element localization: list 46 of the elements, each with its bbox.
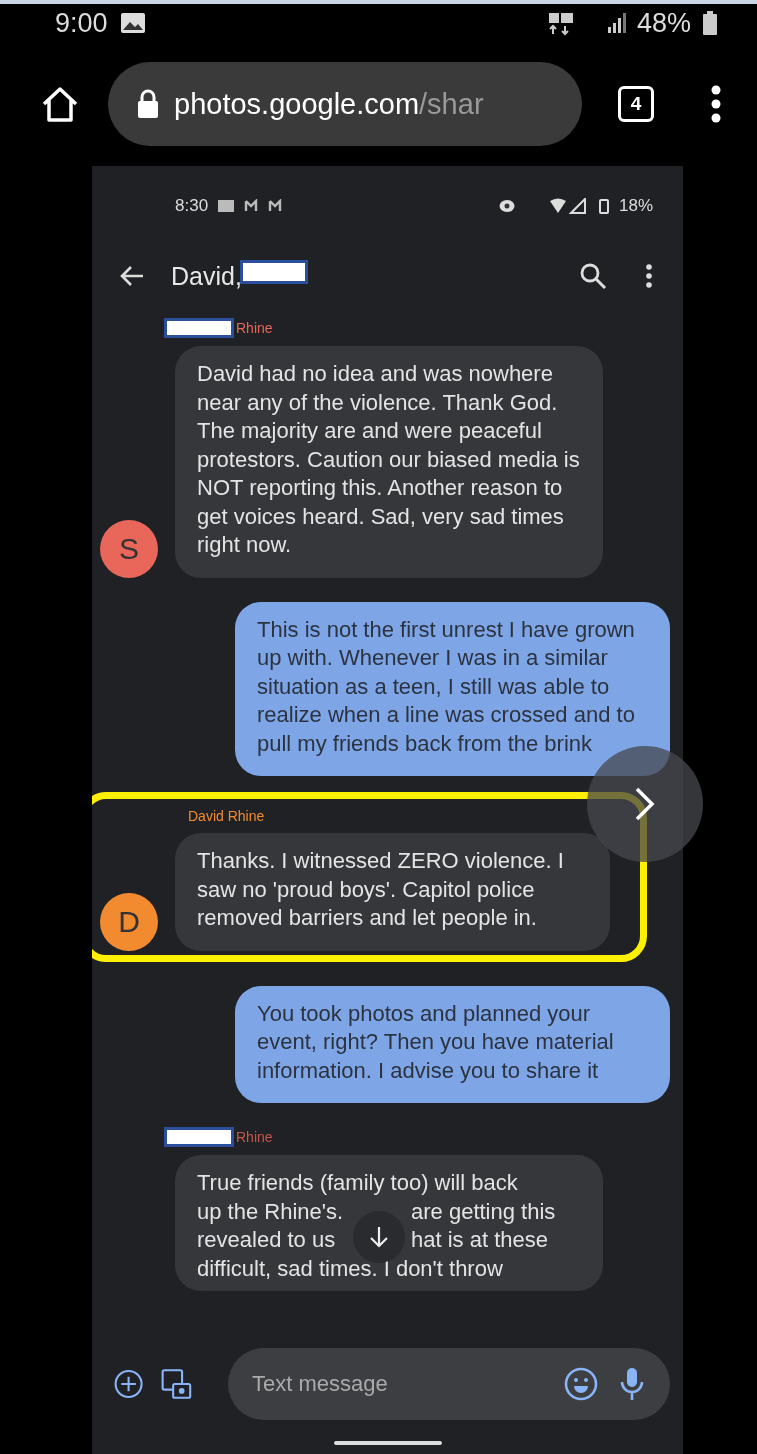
clock: 9:00 [55, 7, 108, 39]
conversation-title: David, [171, 261, 242, 291]
home-icon[interactable] [40, 84, 80, 124]
message-text: are getting this [411, 1197, 556, 1226]
battery-percentage: 18% [618, 196, 653, 216]
app-notification-icon [218, 199, 235, 213]
chevron-right-icon [633, 786, 657, 822]
message-text: True friends (family too) will back [197, 1169, 518, 1197]
message-bubble: Thanks. I witnessed ZERO violence. I saw no 'proud boys'. Capitol police removed barriers and let people in. [175, 833, 610, 951]
more-options-icon[interactable] [645, 263, 653, 289]
emoji-icon[interactable] [564, 1367, 598, 1401]
clock: 8:30 [175, 196, 209, 216]
avatar: D [100, 892, 158, 951]
battery-percentage: 48% [636, 7, 691, 39]
search-icon[interactable] [579, 262, 607, 290]
battery-icon [598, 198, 609, 214]
sender-name: Rhine [236, 320, 273, 336]
lock-icon [136, 89, 160, 119]
message-input[interactable]: Text message [250, 1370, 542, 1398]
redaction-box [239, 260, 308, 284]
message-bubble: You took photos and planned your event, right? Then you have material information. I advise you to share it [235, 985, 670, 1103]
down-arrow-icon [369, 1226, 389, 1248]
microphone-icon[interactable] [620, 1367, 644, 1401]
message-bubble: David had no idea and was nowhere near any of the violence. Thank God. The majority are and were peaceful protestors. Caution our biased media is NOT reporting this. Another reason to get voices heard. Sad, very sad times right now. [175, 346, 603, 578]
eye-icon [498, 199, 515, 213]
tab-count[interactable]: 4 [618, 86, 654, 122]
signal-icon [606, 12, 629, 34]
battery-icon [703, 11, 717, 35]
message-text: difficult, sad times. I don't throw [197, 1254, 503, 1283]
sender-name: Rhine [236, 1129, 273, 1145]
image-icon [119, 12, 146, 34]
message-bubble: This is not the first unrest I have grown up with. Whenever I was in a similar situation as a teen, I still was able to realize when a line was crossed and to pull my friends back from the brink [235, 601, 670, 776]
wifi-signal-icon [548, 198, 589, 214]
menu-icon[interactable] [710, 84, 722, 124]
avatar: S [100, 519, 158, 578]
message-text: revealed to us [197, 1226, 337, 1254]
sender-name: David Rhine [188, 808, 265, 824]
message-text: up the Rhine's. [197, 1197, 345, 1226]
url-text: photos.google.com/shar [174, 87, 484, 121]
back-arrow-icon[interactable] [119, 264, 145, 288]
message-text: hat is at these [411, 1226, 548, 1254]
mail-icon [268, 199, 283, 213]
compose-bar[interactable]: Text message [228, 1348, 670, 1420]
network-type-icon [546, 10, 575, 36]
mail-icon [244, 199, 259, 213]
address-bar[interactable]: photos.google.com/shar [108, 62, 582, 146]
